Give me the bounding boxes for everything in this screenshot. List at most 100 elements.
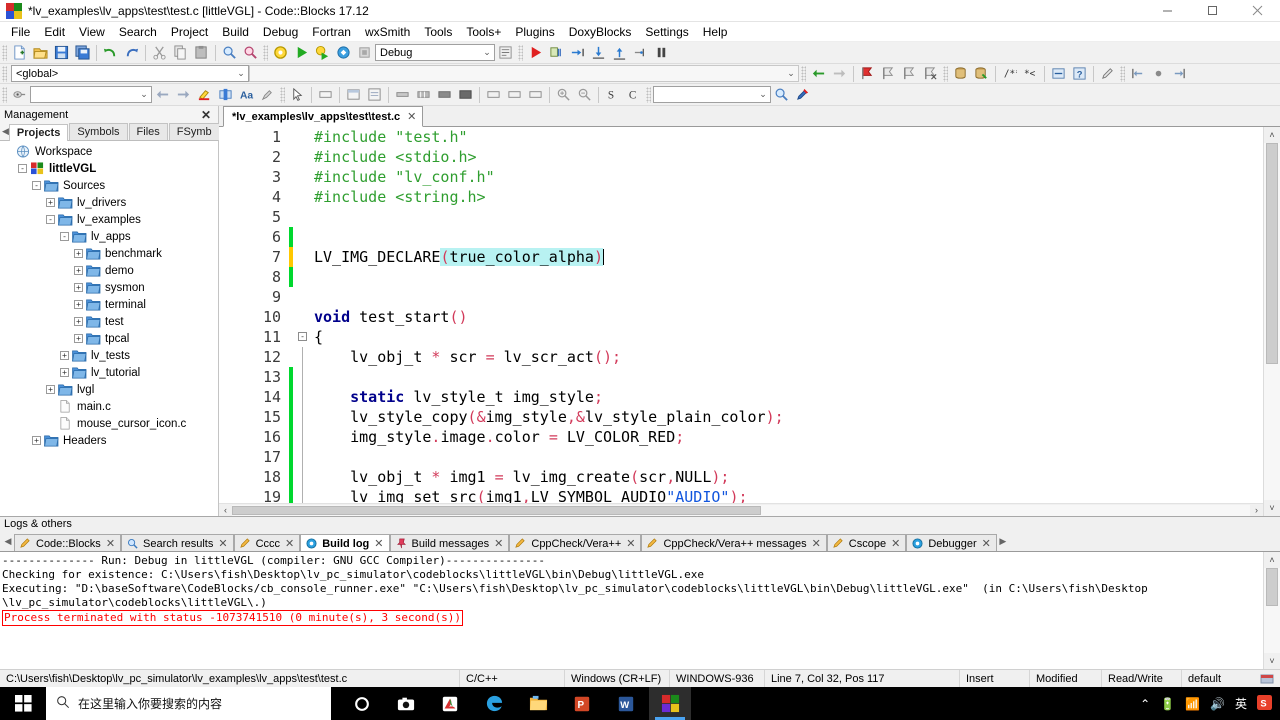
find-icon[interactable] <box>219 43 240 62</box>
scroll-up-icon[interactable]: ˄ <box>1264 127 1280 143</box>
code-line[interactable] <box>314 447 1263 467</box>
taskbar-file-explorer-icon[interactable] <box>517 687 559 720</box>
doxyblocks-extract-icon[interactable] <box>971 64 992 83</box>
taskbar-edge-icon[interactable] <box>473 687 515 720</box>
editor-vertical-scrollbar[interactable]: ˄ ˅ <box>1263 127 1280 516</box>
tray-ime-icon[interactable]: 英 <box>1235 698 1247 710</box>
log-tab-cppcheck-vera-messages[interactable]: CppCheck/Vera++ messages ✕ <box>641 534 827 551</box>
log-tab-debugger[interactable]: Debugger ✕ <box>906 534 997 551</box>
close-icon[interactable]: ✕ <box>626 537 635 550</box>
tree-item-demo[interactable]: + demo <box>0 262 218 279</box>
cscope-settings-icon[interactable] <box>792 85 813 104</box>
rebuild-icon[interactable] <box>333 43 354 62</box>
scroll-left-icon[interactable]: ‹ <box>219 505 232 515</box>
menu-item-tools-[interactable]: Tools+ <box>459 23 508 41</box>
bookmark-clear-icon[interactable] <box>920 64 941 83</box>
tree-item-lv-examples[interactable]: - lv_examples <box>0 211 218 228</box>
replace-icon[interactable] <box>240 43 261 62</box>
run-icon[interactable] <box>291 43 312 62</box>
expand-icon[interactable]: + <box>46 385 55 394</box>
collapse-icon[interactable]: - <box>46 215 55 224</box>
close-icon[interactable]: ✕ <box>285 537 294 550</box>
debug-step-out-icon[interactable] <box>609 43 630 62</box>
abort-icon[interactable] <box>354 43 375 62</box>
code-line[interactable]: { <box>314 327 1263 347</box>
debug-step-into-icon[interactable] <box>588 43 609 62</box>
menu-item-tools[interactable]: Tools <box>417 23 459 41</box>
mgmt-tab-fsymb[interactable]: FSymb <box>168 123 220 140</box>
mgmt-tab-symbols[interactable]: Symbols <box>69 123 128 140</box>
expand-icon[interactable]: + <box>60 368 69 377</box>
fortran-current-icon[interactable] <box>1148 64 1169 83</box>
taskbar-cortana-icon[interactable] <box>341 687 383 720</box>
debug-continue-icon[interactable] <box>525 43 546 62</box>
cscope-c-icon[interactable]: C <box>623 85 644 104</box>
wxsmith-statusbar-icon[interactable] <box>434 85 455 104</box>
menu-item-project[interactable]: Project <box>164 23 215 41</box>
tree-item-sysmon[interactable]: + sysmon <box>0 279 218 296</box>
scroll-right-icon[interactable]: › <box>1250 505 1263 515</box>
tree-item-mouse-cursor-icon-c[interactable]: mouse_cursor_icon.c <box>0 415 218 432</box>
expand-icon[interactable]: + <box>74 334 83 343</box>
log-tab-cscope[interactable]: Cscope ✕ <box>826 534 907 551</box>
close-icon[interactable]: ✕ <box>891 537 900 550</box>
chevron-down-icon[interactable]: ⌄ <box>234 68 248 79</box>
log-tab-cccc[interactable]: Cccc ✕ <box>233 534 301 551</box>
minimize-button[interactable] <box>1145 0 1190 22</box>
close-icon[interactable]: ✕ <box>374 537 383 550</box>
bookmark-next-icon[interactable] <box>899 64 920 83</box>
toolbar-grip[interactable] <box>263 44 268 61</box>
tray-network-icon[interactable]: 📶 <box>1185 698 1200 710</box>
cscope-find-input[interactable]: ⌄ <box>653 86 771 103</box>
close-icon[interactable]: ✕ <box>812 537 821 550</box>
build-log-text[interactable]: -------------- Run: Debug in littleVGL (… <box>0 552 1263 669</box>
wxsmith-grid-icon[interactable] <box>455 85 476 104</box>
mgmt-tab-files[interactable]: Files <box>128 123 168 140</box>
toolbar-grip[interactable] <box>2 86 7 103</box>
toolbar-grip[interactable] <box>943 65 948 82</box>
vscroll-track[interactable] <box>1264 143 1280 500</box>
log-tab-cppcheck-vera-[interactable]: CppCheck/Vera++ ✕ <box>509 534 642 551</box>
doxyblocks-config-icon[interactable] <box>1097 64 1118 83</box>
uncomment-block-icon[interactable]: *< <box>1020 64 1041 83</box>
tray-sogou-icon[interactable]: S <box>1257 695 1272 712</box>
editor-horizontal-scrollbar[interactable]: ‹ › <box>219 503 1263 516</box>
build-options-icon[interactable] <box>495 43 516 62</box>
toolbar-grip[interactable] <box>2 44 7 61</box>
search-next-icon[interactable] <box>173 85 194 104</box>
logs-vscroll-thumb[interactable] <box>1266 568 1278 607</box>
code-line[interactable]: #include "lv_conf.h" <box>314 167 1263 187</box>
maximize-button[interactable] <box>1190 0 1235 22</box>
chevron-down-icon[interactable]: ⌄ <box>480 47 494 58</box>
close-icon[interactable]: ✕ <box>218 537 227 550</box>
toolbar-grip[interactable] <box>2 65 7 82</box>
highlight-icon[interactable] <box>194 85 215 104</box>
toolbar-grip[interactable] <box>1120 65 1125 82</box>
paste-icon[interactable] <box>191 43 212 62</box>
taskbar-powerpoint-icon[interactable]: P <box>561 687 603 720</box>
wxsmith-toolbar-icon[interactable] <box>392 85 413 104</box>
tree-item-sources[interactable]: - Sources <box>0 177 218 194</box>
doxyblocks-run-icon[interactable] <box>950 64 971 83</box>
collapse-icon[interactable]: - <box>18 164 27 173</box>
save-all-icon[interactable] <box>72 43 93 62</box>
tree-item-lvgl[interactable]: + lvgl <box>0 381 218 398</box>
code-line[interactable] <box>314 267 1263 287</box>
code-line[interactable]: #include <string.h> <box>314 187 1263 207</box>
hscroll-thumb[interactable] <box>232 505 762 515</box>
log-tab-build-messages[interactable]: Build messages ✕ <box>389 534 510 551</box>
project-tree[interactable]: Workspace - littleVGL - Sources + lv_drivers - l… <box>0 141 218 516</box>
tree-item-lv-drivers[interactable]: + lv_drivers <box>0 194 218 211</box>
menu-item-debug[interactable]: Debug <box>256 23 305 41</box>
tree-item-littlevgl[interactable]: - littleVGL <box>0 160 218 177</box>
close-icon[interactable]: ✕ <box>494 537 503 550</box>
menu-item-search[interactable]: Search <box>112 23 164 41</box>
open-file-icon[interactable] <box>30 43 51 62</box>
tree-item-lv-tutorial[interactable]: + lv_tutorial <box>0 364 218 381</box>
nav-back-icon[interactable] <box>808 64 829 83</box>
bookmark-toggle-icon[interactable] <box>857 64 878 83</box>
code-line[interactable]: static lv_style_t img_style; <box>314 387 1263 407</box>
mgmt-tab-projects[interactable]: Projects <box>8 124 69 141</box>
find-options-icon[interactable] <box>257 85 278 104</box>
menu-item-help[interactable]: Help <box>696 23 735 41</box>
